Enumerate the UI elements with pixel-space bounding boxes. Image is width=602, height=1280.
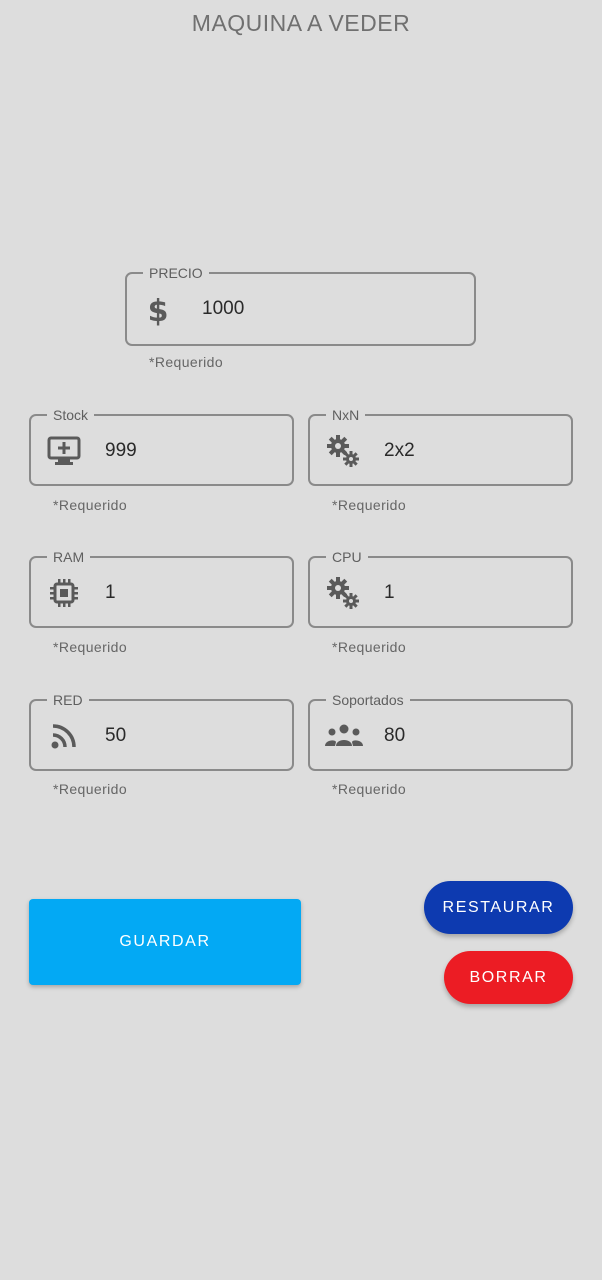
chip-icon [47,576,81,610]
ram-input[interactable]: 1 [105,582,116,604]
soportados-input[interactable]: 80 [384,725,405,747]
red-input[interactable]: 50 [105,725,126,747]
red-helper-text: *Requerido [53,781,128,797]
red-field[interactable]: RED 50 [29,691,294,771]
precio-field[interactable]: PRECIO $ 1000 [125,264,476,346]
soportados-helper-text: *Requerido [332,781,407,797]
gears-icon [326,576,360,610]
page-title: MAQUINA A VEDER [191,10,411,36]
monitor-add-icon [47,434,81,468]
borrar-button[interactable]: BORRAR [444,951,573,1004]
nxn-field[interactable]: NxN 2x2 [308,406,573,486]
gears-icon [326,434,360,468]
ram-field[interactable]: RAM 1 [29,548,294,628]
restaurar-button[interactable]: RESTAURAR [424,881,573,934]
stock-label: Stock [47,406,95,424]
cpu-helper-text: *Requerido [332,639,407,655]
nxn-label: NxN [326,406,366,424]
precio-input[interactable]: 1000 [202,298,244,320]
cpu-field[interactable]: CPU 1 [308,548,573,628]
stock-input[interactable]: 999 [105,440,137,462]
soportados-label: Soportados [326,691,410,709]
soportados-field[interactable]: Soportados 80 [308,691,573,771]
stock-helper-text: *Requerido [53,497,128,513]
cpu-label: CPU [326,548,368,566]
precio-label: PRECIO [143,264,209,282]
stock-field[interactable]: Stock 999 [29,406,294,486]
red-label: RED [47,691,89,709]
rss-icon [47,719,81,753]
precio-helper-text: *Requerido [149,354,224,370]
guardar-button[interactable]: GUARDAR [29,899,301,985]
svg-text:$: $ [148,294,169,326]
users-icon [324,719,364,753]
nxn-helper-text: *Requerido [332,497,407,513]
cpu-input[interactable]: 1 [384,582,395,604]
nxn-input[interactable]: 2x2 [384,440,415,462]
dollar-icon: $ [141,293,175,327]
ram-label: RAM [47,548,91,566]
ram-helper-text: *Requerido [53,639,128,655]
